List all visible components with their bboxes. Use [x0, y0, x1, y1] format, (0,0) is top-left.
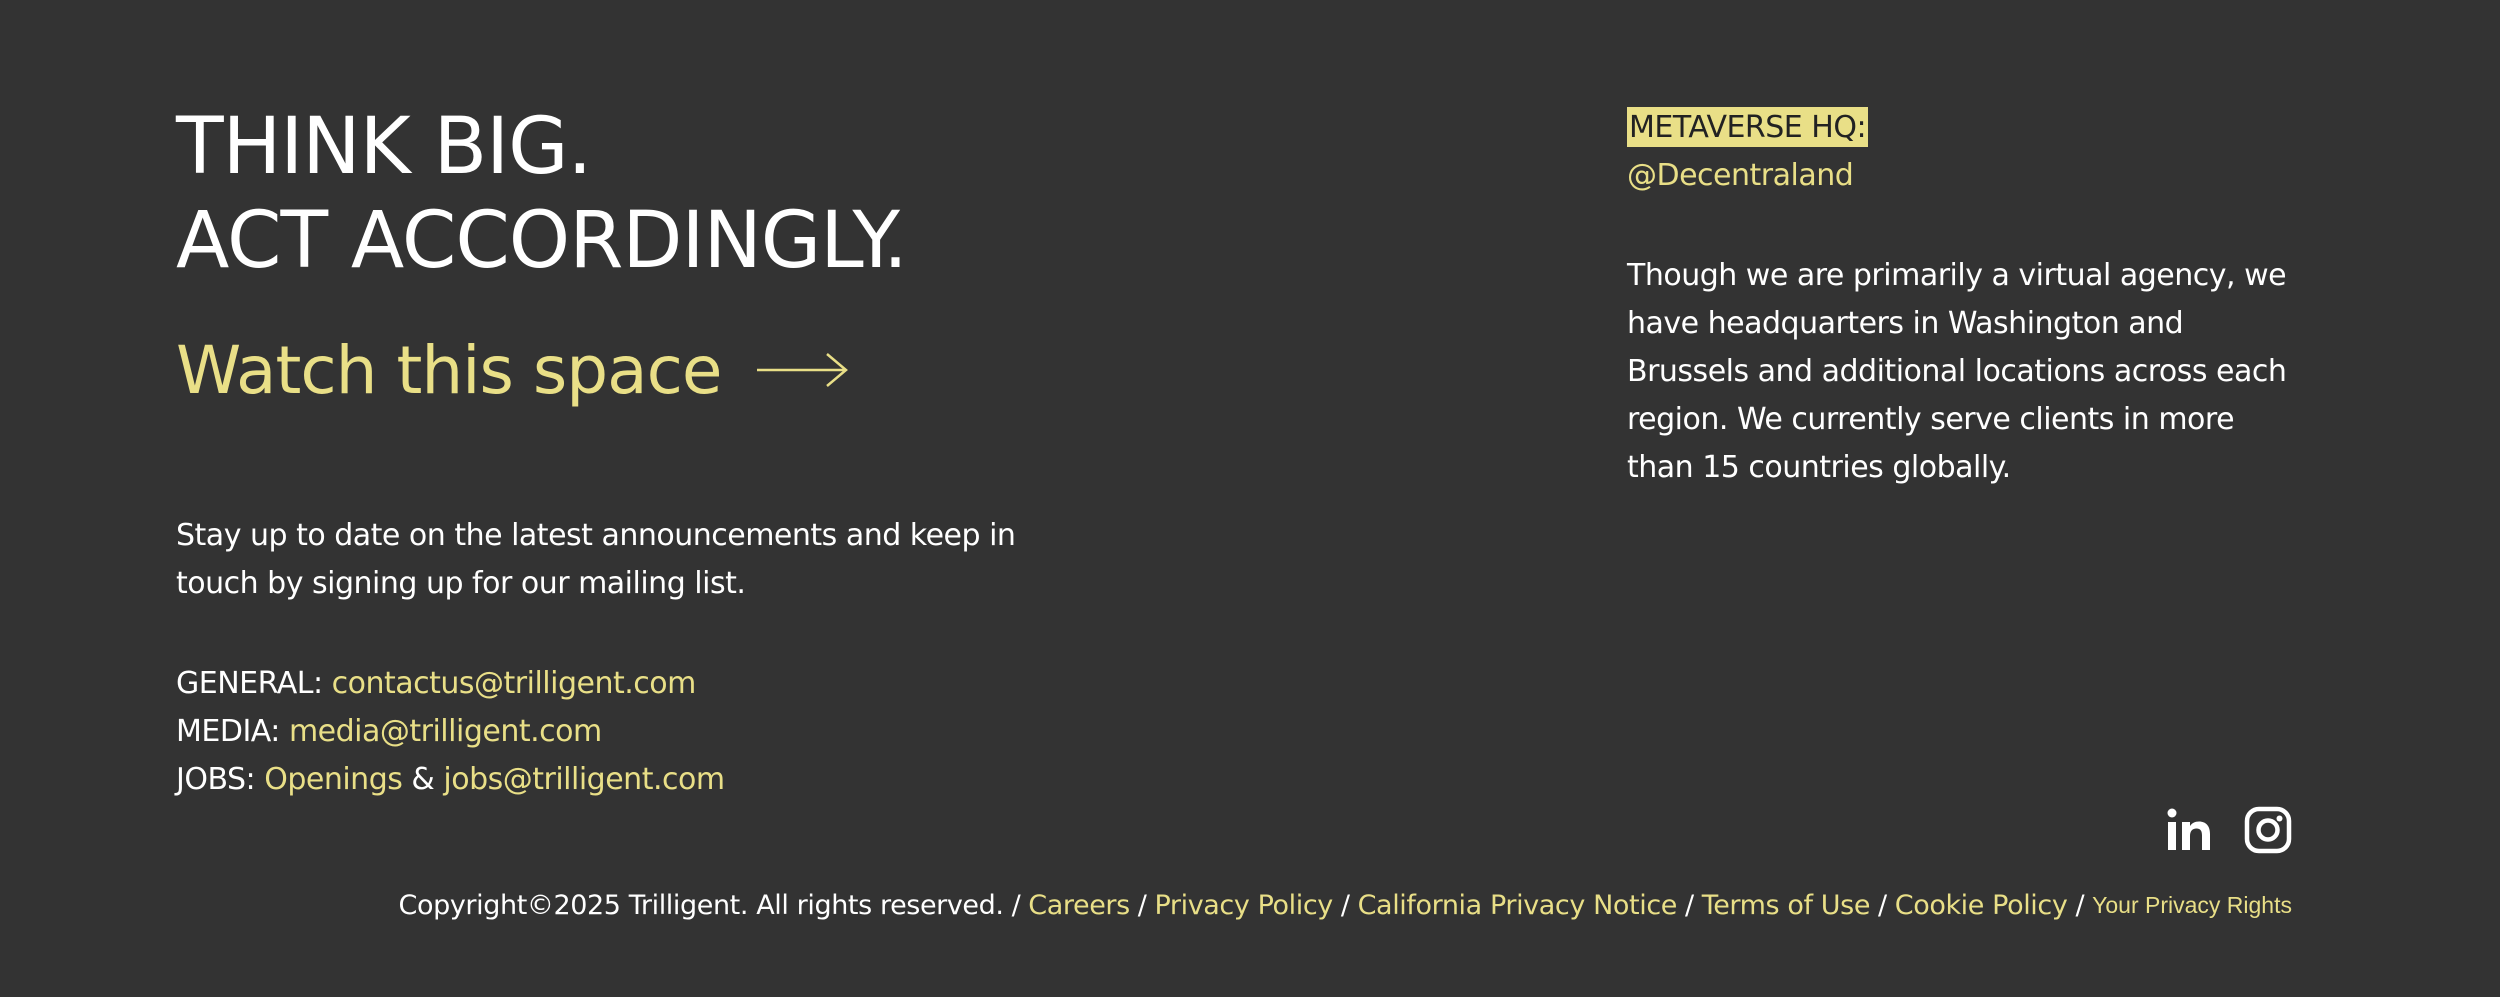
headline-line-1: THINK BIG. — [176, 102, 592, 192]
footer-separator: / — [1878, 889, 1887, 921]
hq-block: METAVERSE HQ: @Decentraland — [1627, 104, 1869, 200]
media-label: MEDIA: — [176, 714, 280, 749]
footer-link-terms-of-use[interactable]: Terms of Use — [1702, 890, 1871, 921]
footer-separator: / — [1137, 889, 1147, 921]
linkedin-link[interactable] — [2166, 806, 2214, 858]
openings-link[interactable]: Openings — [264, 762, 403, 797]
arrow-right-icon — [757, 353, 849, 387]
about-text: Though we are primarily a virtual agency… — [1627, 258, 2287, 485]
social-links — [2166, 806, 2292, 858]
contact-jobs-row: JOBS: Openings & jobs@trilligent.com — [176, 756, 725, 804]
instagram-icon — [2244, 806, 2292, 854]
jobs-ampersand: & — [411, 762, 435, 797]
footer-link-your-privacy-rights[interactable]: Your Privacy Rights — [2092, 892, 2292, 919]
footer-separator: / — [1340, 889, 1350, 921]
decentraland-link[interactable]: @Decentraland — [1627, 152, 1868, 200]
footer-link-careers[interactable]: Careers — [1028, 890, 1130, 921]
footer-link-privacy-policy[interactable]: Privacy Policy — [1154, 890, 1333, 921]
instagram-link[interactable] — [2244, 806, 2292, 858]
footer-bar: Copyright©2025 Trilligent. All rights re… — [399, 880, 2292, 930]
headline: THINK BIG. ACT ACCORDINGLY. — [176, 100, 908, 288]
footer-link-cookie-policy[interactable]: Cookie Policy — [1895, 890, 2068, 921]
watch-this-space-label: Watch this space — [176, 331, 722, 409]
media-email-link[interactable]: media@trilligent.com — [289, 714, 602, 749]
jobs-email-link[interactable]: jobs@trilligent.com — [443, 762, 725, 797]
footer-link-california-privacy-notice[interactable]: California Privacy Notice — [1358, 890, 1678, 921]
headline-line-2: ACT ACCORDINGLY. — [176, 196, 908, 286]
footer-separator: / — [2075, 889, 2085, 921]
watch-this-space-link[interactable]: Watch this space — [176, 320, 849, 420]
general-label: GENERAL: — [176, 666, 323, 701]
jobs-label: JOBS: — [176, 762, 256, 797]
contacts-block: GENERAL: contactus@trilligent.com MEDIA:… — [176, 660, 725, 804]
hq-label: METAVERSE HQ: — [1627, 107, 1869, 147]
mailing-list-text: Stay up to date on the latest announceme… — [176, 518, 1016, 601]
footer-separator: / — [1685, 889, 1694, 921]
copyright-text: Copyright©2025 Trilligent. All rights re… — [398, 889, 1004, 921]
linkedin-icon — [2167, 808, 2210, 850]
general-email-link[interactable]: contactus@trilligent.com — [332, 666, 697, 701]
contact-general-row: GENERAL: contactus@trilligent.com — [176, 660, 725, 708]
footer-separator: / — [1011, 889, 1021, 921]
contact-media-row: MEDIA: media@trilligent.com — [176, 708, 725, 756]
